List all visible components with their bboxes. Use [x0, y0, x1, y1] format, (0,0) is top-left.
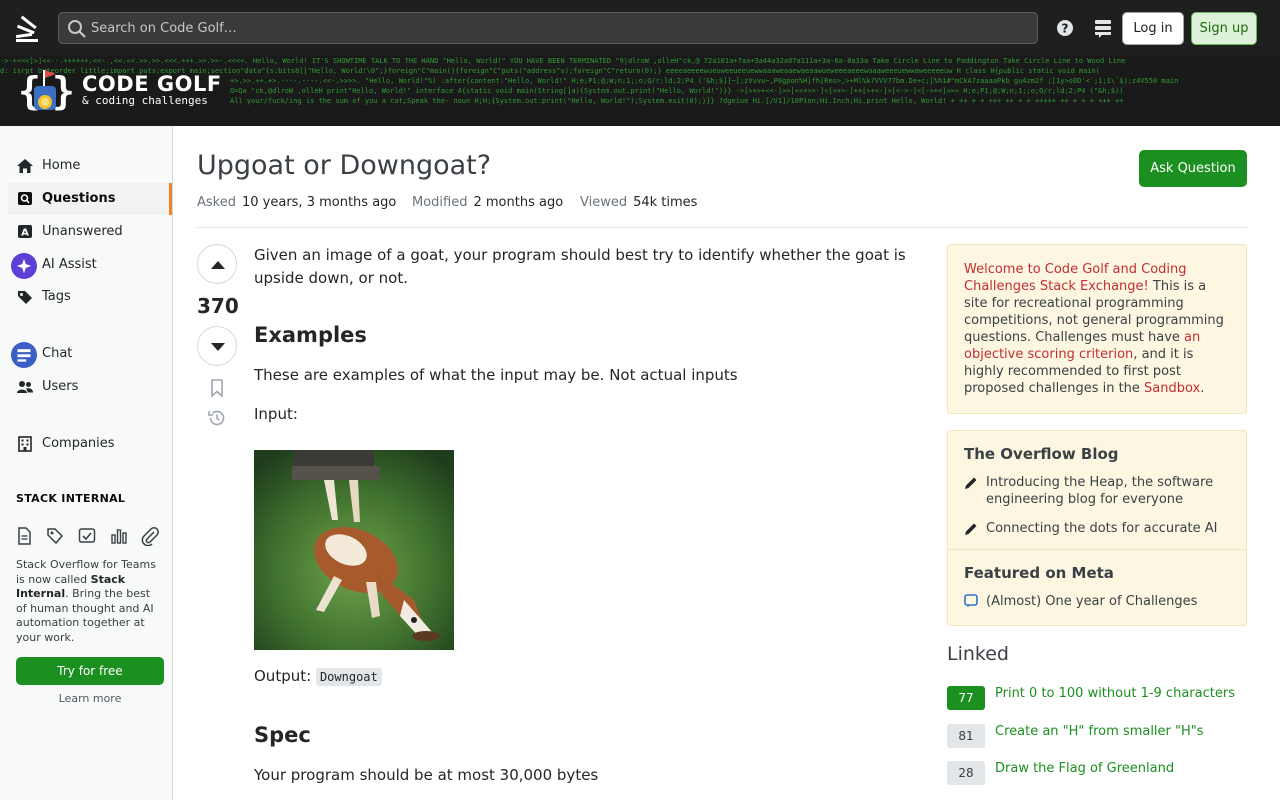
sidebar-item-ai-assist[interactable]: AI Assist	[8, 249, 172, 281]
top-bar: ? Log in Sign up	[0, 0, 1280, 56]
pencil-icon	[965, 477, 977, 489]
sidebar-item-home[interactable]: Home	[8, 150, 172, 182]
linked-item[interactable]: 28 Draw the Flag of Greenland	[947, 761, 1247, 787]
sidebar-item-tags[interactable]: Tags	[8, 281, 172, 313]
unanswered-icon: A	[18, 225, 32, 239]
attachment-icon	[141, 527, 159, 546]
sidebar-item-label: Chat	[42, 346, 73, 361]
spec-text: Your program should be at most 30,000 by…	[254, 766, 599, 784]
chat-icon	[11, 342, 37, 368]
vote-count: 370	[197, 294, 239, 318]
linked-heading: Linked	[947, 643, 1009, 665]
review-icon	[78, 528, 96, 543]
linked-item[interactable]: 77 Print 0 to 100 without 1-9 characters	[947, 686, 1247, 712]
pencil-icon	[965, 523, 977, 535]
output-code: Downgoat	[315, 668, 382, 686]
site-switcher-icon[interactable]	[1093, 18, 1113, 38]
site-subtitle: & coding challenges	[82, 94, 208, 107]
score-badge: 81	[947, 724, 985, 748]
users-icon	[17, 381, 33, 393]
blog-heading: The Overflow Blog	[964, 445, 1119, 463]
sidebar-item-companies[interactable]: Companies	[8, 428, 172, 460]
sidebar-item-label: Unanswered	[42, 224, 123, 239]
sidebar-item-unanswered[interactable]: A Unanswered	[8, 216, 172, 248]
stack-internal-description: Stack Overflow for Teams is now called S…	[16, 558, 156, 644]
modified-meta: Modified 2 months ago	[412, 195, 564, 210]
meta-chat-icon	[964, 594, 978, 608]
sidebar-item-chat[interactable]: Chat	[8, 338, 172, 370]
question-intro: Given an image of a goat, your program s…	[254, 246, 906, 287]
code-golf-logo-icon[interactable]: { }	[16, 68, 76, 114]
svg-text:?: ?	[1062, 22, 1069, 36]
sidebar-item-label: Questions	[42, 191, 116, 206]
downvote-arrow-icon	[211, 343, 225, 351]
bookmark-icon[interactable]	[207, 378, 227, 398]
meta-item[interactable]: (Almost) One year of Challenges	[986, 593, 1234, 610]
stack-internal-heading: STACK INTERNAL	[16, 492, 126, 505]
history-icon[interactable]	[207, 408, 227, 428]
score-badge: 77	[947, 686, 985, 710]
sidebar-item-label: Home	[42, 158, 81, 173]
divider	[948, 549, 1246, 550]
sidebar-item-label: Companies	[42, 436, 115, 451]
sidebar-item-users[interactable]: Users	[8, 371, 172, 403]
banner-code-line: +>.>>.++.+>.----.----.<<-.>>>>. "Hello, …	[230, 77, 1179, 85]
sidebar-item-questions[interactable]: Questions	[8, 183, 172, 215]
ask-question-button[interactable]: Ask Question	[1139, 150, 1247, 187]
sidebar-item-label: AI Assist	[42, 257, 97, 272]
banner-code-line: ->-+<<<]>]<<--.++++++.<<-.,<<.<<.>>.>>.<…	[0, 57, 1126, 65]
sandbox-link[interactable]: Sandbox	[1144, 381, 1200, 396]
banner-code-line: O=Qa "ck,@dlroW ,olleH print"Hello, Worl…	[230, 87, 1124, 95]
companies-icon	[18, 436, 32, 452]
help-icon[interactable]: ?	[1055, 18, 1075, 38]
overflow-blog-widget: The Overflow Blog Introducing the Heap, …	[947, 430, 1247, 626]
examples-heading: Examples	[254, 323, 367, 347]
search-icon	[68, 20, 86, 38]
tag-icon	[18, 291, 32, 304]
ai-assist-icon	[11, 253, 37, 279]
linked-question-link[interactable]: Draw the Flag of Greenland	[995, 761, 1174, 777]
sidebar-item-label: Tags	[42, 289, 71, 304]
site-name[interactable]: CODE GOLF	[82, 72, 222, 96]
meta-heading: Featured on Meta	[964, 564, 1114, 582]
search-input[interactable]	[91, 13, 991, 43]
bar-chart-icon	[111, 529, 127, 544]
upvote-arrow-icon	[211, 261, 225, 269]
signup-button[interactable]: Sign up	[1191, 12, 1257, 45]
question-title[interactable]: Upgoat or Downgoat?	[197, 150, 491, 181]
downvote-button[interactable]	[197, 326, 237, 366]
search-box[interactable]	[58, 12, 1038, 44]
linked-question-link[interactable]: Print 0 to 100 without 1-9 characters	[995, 686, 1235, 702]
divider	[197, 227, 1247, 228]
blog-item[interactable]: Connecting the dots for accurate AI	[986, 520, 1234, 537]
asked-meta: Asked 10 years, 3 months ago	[197, 195, 397, 210]
score-badge: 28	[947, 761, 985, 785]
output-line: Output: Downgoat	[254, 667, 382, 686]
tag-outline-icon	[47, 528, 64, 545]
left-sidebar: Home Questions A Unanswered AI Assist Ta…	[0, 126, 173, 800]
stackexchange-logo-icon[interactable]	[14, 12, 44, 44]
blog-item[interactable]: Introducing the Heap, the software engin…	[986, 474, 1234, 508]
svg-text:A: A	[21, 228, 29, 239]
try-for-free-button[interactable]: Try for free	[16, 657, 164, 685]
input-label: Input:	[254, 405, 298, 423]
viewed-meta: Viewed 54k times	[580, 195, 698, 210]
upside-down-goat-image	[254, 450, 454, 650]
spec-heading: Spec	[254, 723, 311, 747]
document-icon	[18, 527, 31, 545]
examples-text: These are examples of what the input may…	[254, 366, 738, 384]
learn-more-link[interactable]: Learn more	[16, 692, 164, 705]
login-button[interactable]: Log in	[1122, 12, 1184, 45]
upvote-button[interactable]	[197, 244, 237, 284]
banner-code-line: All your/fuck/ing is the sum of you a ca…	[230, 97, 1124, 105]
sidebar-item-label: Users	[42, 379, 79, 394]
welcome-notice: Welcome to Code Golf and Coding Challeng…	[947, 244, 1247, 414]
linked-question-link[interactable]: Create an "H" from smaller "H"s	[995, 724, 1204, 740]
linked-item[interactable]: 81 Create an "H" from smaller "H"s	[947, 724, 1247, 750]
questions-icon	[18, 192, 32, 205]
home-icon	[17, 159, 33, 173]
